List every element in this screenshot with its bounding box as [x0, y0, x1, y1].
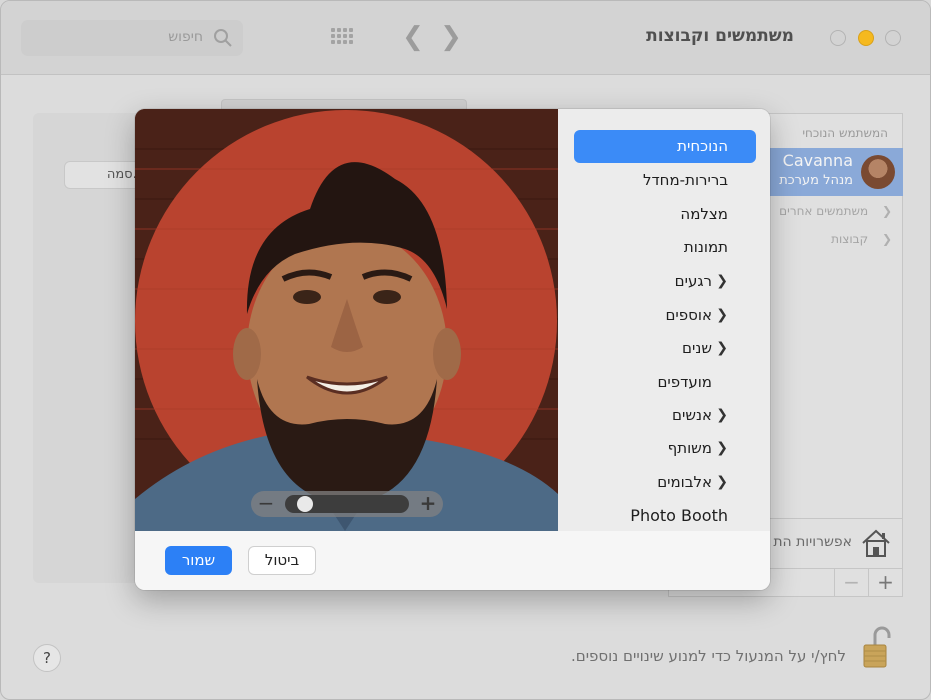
save-button[interactable]: שמור: [165, 546, 232, 575]
zoom-window-button[interactable]: [830, 30, 846, 46]
source-years[interactable]: ❮ שנים: [574, 332, 756, 365]
user-role: מנהל מערכת: [779, 173, 853, 188]
zoom-thumb[interactable]: [296, 496, 313, 512]
picture-source-list: הנוכחית ברירות-מחדל מצלמה תמונות ❮ רגעים…: [558, 109, 770, 531]
chevron-left-icon: ❮: [402, 22, 424, 52]
source-label: אלבומים: [657, 473, 712, 491]
source-moments[interactable]: ❮ רגעים: [574, 265, 756, 298]
chevron-left-icon: ❮: [881, 204, 892, 218]
picture-picker-sheet: − + הנוכחית ברירות-מחדל מצלמה תמונות ❮ ר…: [135, 109, 770, 590]
chevron-right-icon: ❯: [440, 22, 462, 52]
chevron-left-icon: ❮: [881, 232, 892, 246]
user-name: Cavanna: [782, 151, 853, 170]
show-all-button[interactable]: [329, 27, 357, 49]
source-label: הנוכחית: [677, 137, 728, 155]
chevron-left-icon: ❮: [716, 273, 728, 289]
current-user-heading: המשתמש הנוכחי: [802, 126, 888, 140]
minimize-window-button[interactable]: [858, 30, 874, 46]
source-label: רגעים: [674, 272, 712, 290]
source-label: Photo Booth: [630, 506, 728, 525]
source-albums[interactable]: ❮ אלבומים: [574, 466, 756, 499]
close-window-button[interactable]: [885, 30, 901, 46]
zoom-out-button[interactable]: −: [255, 492, 277, 514]
source-label: אוספים: [665, 306, 712, 324]
groups-row[interactable]: ❮ קבוצות: [831, 232, 892, 246]
zoom-track[interactable]: [285, 495, 409, 513]
sheet-footer: שמור ביטול: [135, 531, 770, 590]
source-label: אנשים: [672, 406, 712, 424]
avatar: [861, 155, 895, 189]
source-favorites[interactable]: מועדפים: [574, 366, 756, 399]
remove-user-button[interactable]: −: [834, 569, 868, 597]
source-label: תמונות: [683, 238, 728, 256]
chevron-left-icon: ❮: [716, 407, 728, 423]
current-user-row[interactable]: Cavanna מנהל מערכת: [769, 148, 903, 196]
source-label: שנים: [682, 339, 712, 357]
source-photos[interactable]: תמונות: [574, 231, 756, 264]
cancel-button[interactable]: ביטול: [248, 546, 316, 575]
source-photo-booth[interactable]: Photo Booth: [574, 499, 756, 532]
help-button[interactable]: ?: [33, 644, 61, 672]
zoom-slider[interactable]: − +: [251, 491, 443, 517]
forward-button[interactable]: ❮: [399, 23, 427, 53]
titlebar: משתמשים וקבוצות ❯ ❮ חיפוש: [1, 1, 930, 75]
lock-icon[interactable]: [861, 625, 895, 671]
source-people[interactable]: ❮ אנשים: [574, 399, 756, 432]
house-icon: [862, 529, 890, 557]
source-current[interactable]: הנוכחית: [574, 130, 756, 163]
source-defaults[interactable]: ברירות-מחדל: [574, 164, 756, 197]
zoom-in-button[interactable]: +: [417, 492, 439, 514]
source-collections[interactable]: ❮ אוספים: [574, 299, 756, 332]
login-options-label: אפשרויות הת: [773, 534, 852, 550]
chevron-left-icon: ❮: [716, 340, 728, 356]
source-label: מצלמה: [680, 205, 728, 223]
chevron-left-icon: ❮: [716, 474, 728, 490]
search-field[interactable]: חיפוש: [21, 20, 243, 56]
source-label: מועדפים: [657, 373, 712, 391]
users-groups-window: משתמשים וקבוצות ❯ ❮ חיפוש ...סמה המשתמש …: [0, 0, 931, 700]
back-button[interactable]: ❯: [437, 23, 465, 53]
groups-label: קבוצות: [831, 232, 869, 246]
source-label: ברירות-מחדל: [642, 171, 728, 189]
lock-instruction: לחץ/י על המנעול כדי למנוע שינויים נוספים…: [570, 647, 846, 665]
add-user-button[interactable]: +: [868, 569, 902, 597]
photo-preview[interactable]: − +: [135, 109, 558, 531]
profile-photo: [135, 109, 558, 531]
other-users-label: משתמשים אחרים: [779, 204, 869, 218]
search-placeholder: חיפוש: [168, 29, 203, 45]
source-label: משותף: [667, 439, 712, 457]
chevron-left-icon: ❮: [716, 307, 728, 323]
other-users-row[interactable]: ❮ משתמשים אחרים: [779, 204, 892, 218]
chevron-left-icon: ❮: [716, 440, 728, 456]
search-icon: [214, 29, 232, 47]
source-shared[interactable]: ❮ משותף: [574, 432, 756, 465]
window-title: משתמשים וקבוצות: [646, 26, 794, 46]
source-camera[interactable]: מצלמה: [574, 198, 756, 231]
